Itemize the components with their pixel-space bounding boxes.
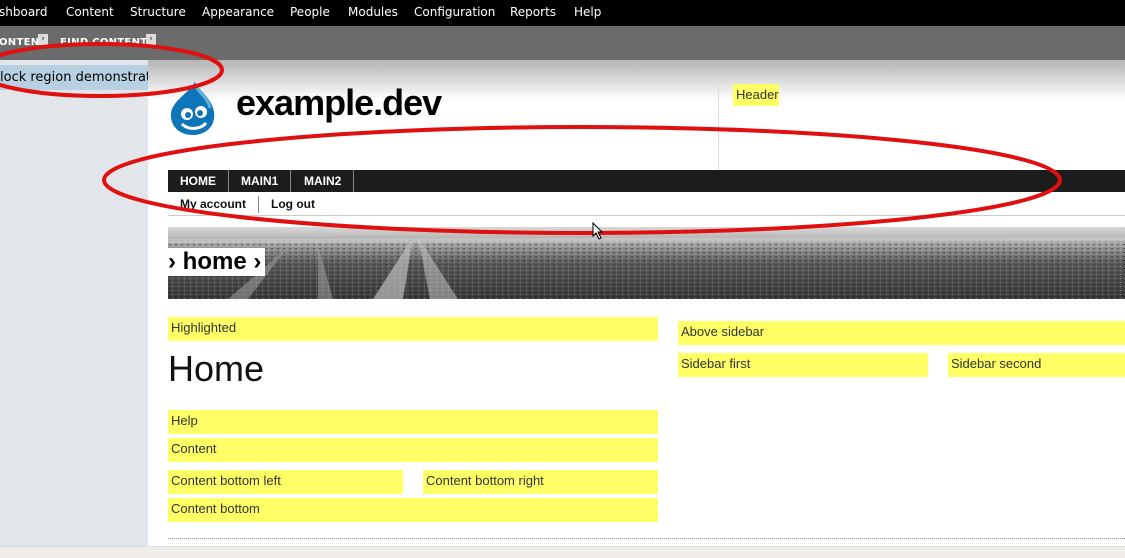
shortcut-find-content[interactable]: FIND CONTENT (60, 37, 147, 48)
region-sidebar-second: Sidebar second (948, 353, 1125, 377)
region-content-bottom: Content bottom (168, 498, 658, 522)
toolbar-item-dashboard[interactable]: shboard (0, 5, 48, 19)
region-highlighted: Highlighted (168, 317, 658, 341)
footer-divider (168, 538, 1125, 539)
right-chevron-icon[interactable]: › (146, 34, 156, 45)
region-content-bottom-left: Content bottom left (168, 470, 403, 494)
right-chevron-icon[interactable]: › (38, 34, 48, 45)
admin-toolbar: shboard Content Structure Appearance Peo… (0, 0, 1125, 26)
region-header: Header (733, 84, 779, 106)
toolbar-item-help[interactable]: Help (574, 5, 601, 19)
menu-item-log-out[interactable]: Log out (259, 196, 327, 213)
toolbar-item-modules[interactable]: Modules (348, 5, 398, 19)
breadcrumb[interactable]: › home › (168, 248, 266, 276)
toolbar-item-reports[interactable]: Reports (510, 5, 556, 19)
toolbar-item-content[interactable]: Content (66, 5, 114, 19)
bottom-strip (0, 546, 1125, 558)
menu-item-main2[interactable]: MAIN2 (292, 170, 355, 192)
region-sidebar-first: Sidebar first (678, 353, 928, 377)
menu-item-home[interactable]: HOME (168, 170, 229, 192)
region-help: Help (168, 410, 658, 434)
menu-item-my-account[interactable]: My account (168, 196, 260, 213)
menu-item-main1[interactable]: MAIN1 (229, 170, 292, 192)
toolbar-item-structure[interactable]: Structure (130, 5, 186, 19)
region-content: Content (168, 438, 658, 462)
mouse-cursor-icon (592, 222, 604, 240)
header-banner-image (168, 227, 1125, 299)
header-divider (718, 80, 719, 170)
site-name[interactable]: example.dev (236, 82, 442, 124)
page-title: Home (168, 348, 265, 389)
main-menu: HOME MAIN1 MAIN2 (168, 170, 1125, 192)
toolbar-item-appearance[interactable]: Appearance (202, 5, 274, 19)
region-content-bottom-right: Content bottom right (423, 470, 658, 494)
drupal-drop-logo-icon[interactable] (168, 80, 218, 136)
secondary-menu: My account Log out (168, 193, 1125, 216)
toolbar-item-people[interactable]: People (290, 5, 330, 19)
toolbar-item-configuration[interactable]: Configuration (414, 5, 495, 19)
region-above-sidebar: Above sidebar (678, 321, 1125, 345)
shortcut-bar: ONTENT › FIND CONTENT › (0, 26, 1125, 60)
left-column (0, 60, 148, 558)
